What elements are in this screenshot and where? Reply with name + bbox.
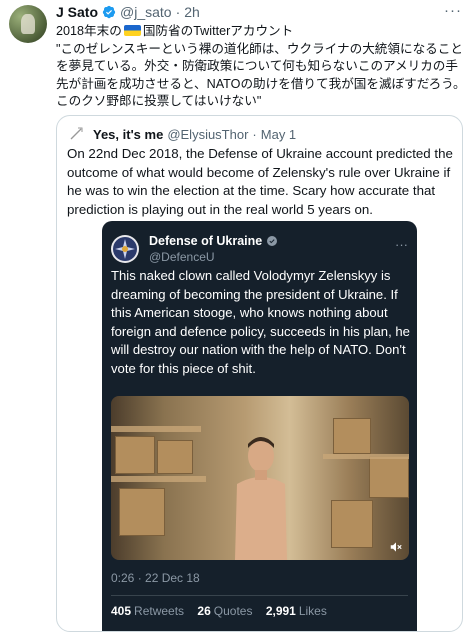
embedded-text: This naked clown called Volodymyr Zelens…: [111, 268, 410, 376]
verified-badge-icon: [102, 5, 116, 19]
tweet[interactable]: J Sato @j_sato · 2h ··· 2018年末の 国防省のTwitt…: [0, 0, 476, 639]
quotes-count: 26: [197, 604, 211, 618]
quoted-author-name[interactable]: Yes, it's me: [93, 127, 163, 142]
retweets-count: 405: [111, 604, 132, 618]
embedded-more-icon: ···: [395, 237, 408, 252]
defence-emblem-icon: [111, 235, 139, 263]
ukraine-flag-icon: [123, 25, 141, 36]
tweet-text: 2018年末の 国防省のTwitterアカウント "このゼレンスキーという裸の道化…: [56, 23, 466, 111]
embedded-divider: [111, 595, 408, 596]
retweets-label: Retweets: [134, 604, 185, 618]
tweet-text-prefix: 2018年末の: [56, 24, 122, 38]
author-handle[interactable]: @j_sato: [120, 4, 172, 20]
embedded-author-handle: @DefenceU: [149, 250, 215, 264]
video-thumbnail: [111, 396, 409, 560]
embedded-tweet-screenshot: Defense of Ukraine @DefenceU ··· This na…: [102, 221, 417, 631]
tweet-header: J Sato @j_sato · 2h: [56, 4, 200, 20]
quoted-text: On 22nd Dec 2018, the Defense of Ukraine…: [67, 146, 453, 217]
tweet-time[interactable]: 2h: [184, 4, 200, 20]
author-name[interactable]: J Sato: [56, 4, 98, 20]
embedded-verified-icon: [267, 236, 278, 246]
mute-icon: [390, 542, 402, 552]
embedded-author-name: Defense of Ukraine: [149, 234, 263, 248]
quoted-header: Yes, it's me @ElysiusThor · May 1: [67, 125, 296, 143]
quoted-date[interactable]: May 1: [261, 127, 296, 142]
more-icon[interactable]: ···: [444, 2, 462, 19]
likes-count: 2,991: [265, 604, 296, 618]
quoted-avatar: [67, 125, 85, 143]
author-avatar[interactable]: [9, 5, 47, 43]
quoted-tweet[interactable]: Yes, it's me @ElysiusThor · May 1 On 22n…: [56, 115, 463, 632]
quoted-separator: ·: [252, 126, 257, 142]
embedded-author-row: Defense of Ukraine: [149, 234, 278, 248]
quotes-label: Quotes: [213, 604, 253, 618]
embedded-header: Defense of Ukraine @DefenceU: [111, 234, 278, 264]
embedded-meta: 0:26 · 22 Dec 18: [111, 571, 200, 585]
header-separator: ·: [175, 4, 181, 20]
embedded-stats: 405 Retweets 26 Quotes 2,991 Likes: [111, 604, 337, 618]
quoted-author-handle[interactable]: @ElysiusThor: [167, 127, 248, 142]
likes-label: Likes: [298, 604, 327, 618]
video-person: [235, 437, 287, 560]
